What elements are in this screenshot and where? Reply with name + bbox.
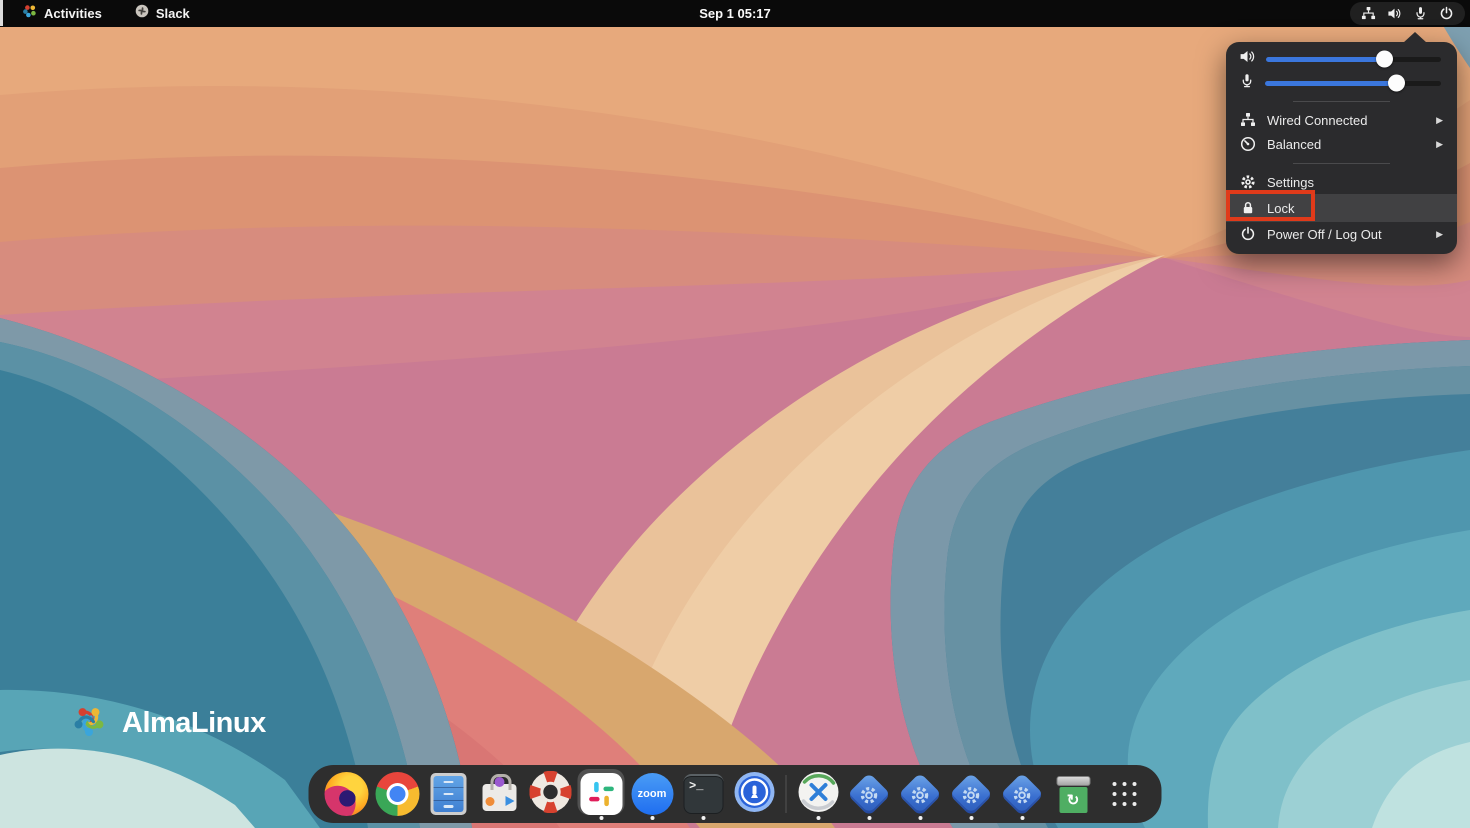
volume-icon — [1387, 6, 1402, 21]
executable-icon — [1000, 772, 1044, 816]
speaker-icon — [1239, 48, 1256, 70]
microphone-icon — [1413, 6, 1428, 21]
firefox-icon — [324, 772, 368, 816]
running-indicator — [650, 816, 654, 820]
microphone-fill — [1265, 81, 1397, 86]
brand-wordmark: AlmaLinux — [122, 707, 266, 740]
chevron-right-icon: ▶ — [1436, 139, 1443, 150]
dock-item-executable-3[interactable] — [946, 766, 997, 822]
activities-button[interactable]: Activities — [17, 0, 108, 27]
citrix-workspace-icon — [797, 771, 839, 818]
running-indicator — [1020, 816, 1024, 820]
dock-item-firefox[interactable] — [321, 766, 372, 822]
running-indicator — [701, 816, 705, 820]
microphone-icon — [1239, 73, 1255, 94]
network-wired-icon — [1361, 6, 1376, 21]
almalinux-logo — [66, 698, 112, 749]
dock-item-chrome[interactable] — [372, 766, 423, 822]
terminal-icon: >_ — [683, 774, 723, 814]
menu-divider — [1293, 101, 1390, 102]
menu-item-wired-connected[interactable]: Wired Connected ▶ — [1226, 108, 1457, 132]
menu-divider — [1293, 163, 1390, 164]
menu-item-settings[interactable]: Settings — [1226, 170, 1457, 194]
clock[interactable]: Sep 1 05:17 — [699, 0, 771, 27]
dock-item-executable-1[interactable] — [844, 766, 895, 822]
volume-fill — [1266, 57, 1385, 62]
volume-slider[interactable] — [1226, 48, 1457, 70]
power-profile-icon — [1239, 136, 1256, 152]
executable-icon — [898, 772, 942, 816]
zoom-icon-label: zoom — [638, 788, 667, 800]
dock-item-terminal[interactable]: >_ — [678, 766, 729, 822]
app-menu-slack[interactable]: Slack — [129, 0, 196, 27]
dock-item-trash[interactable]: ↻ — [1048, 766, 1099, 822]
dock-item-executable-4[interactable] — [997, 766, 1048, 822]
dock-item-executable-2[interactable] — [895, 766, 946, 822]
gear-icon — [1239, 174, 1256, 190]
running-indicator — [918, 816, 922, 820]
dock-item-show-apps[interactable] — [1099, 766, 1150, 822]
software-store-icon — [480, 774, 518, 814]
desktop-screen: AlmaLinux Activities — [0, 0, 1470, 828]
power-icon — [1439, 6, 1454, 21]
slack-icon — [580, 773, 622, 815]
dock-item-software[interactable] — [474, 766, 525, 822]
chrome-icon — [375, 772, 419, 816]
app-grid-icon — [1112, 782, 1136, 806]
trash-icon: ↻ — [1056, 776, 1090, 813]
1password-icon — [733, 771, 775, 818]
microphone-knob[interactable] — [1388, 75, 1405, 92]
volume-knob[interactable] — [1376, 51, 1393, 68]
dock-item-zoom[interactable]: zoom — [627, 766, 678, 822]
dock-item-slack[interactable] — [576, 766, 627, 822]
menu-item-label: Settings — [1267, 175, 1314, 190]
activities-label: Activities — [44, 6, 102, 21]
power-icon — [1239, 226, 1256, 242]
menu-item-lock[interactable]: Lock — [1226, 194, 1457, 222]
chevron-right-icon: ▶ — [1436, 229, 1443, 240]
almalinux-brand: AlmaLinux — [66, 698, 266, 749]
executable-icon — [847, 772, 891, 816]
lock-icon — [1239, 200, 1256, 216]
menu-item-label: Power Off / Log Out — [1267, 227, 1382, 242]
executable-icon — [949, 772, 993, 816]
running-indicator — [969, 816, 973, 820]
menu-item-power-off[interactable]: Power Off / Log Out ▶ — [1226, 222, 1457, 246]
dock-item-files[interactable] — [423, 766, 474, 822]
lifebuoy-icon — [529, 771, 571, 818]
files-icon — [430, 773, 466, 815]
almalinux-mini-icon — [23, 4, 37, 23]
menu-item-label: Balanced — [1267, 137, 1321, 152]
dock-item-1password[interactable] — [729, 766, 780, 822]
volume-track[interactable] — [1266, 57, 1441, 62]
terminal-prompt-glyph: >_ — [689, 779, 703, 793]
menu-item-label: Wired Connected — [1267, 113, 1367, 128]
slack-indicator-icon — [135, 4, 149, 23]
system-tray[interactable] — [1350, 2, 1465, 25]
microphone-track[interactable] — [1265, 81, 1441, 86]
top-bar: Activities Slack Sep 1 05:17 — [0, 0, 1470, 27]
menu-item-power-profile[interactable]: Balanced ▶ — [1226, 132, 1457, 156]
running-indicator — [599, 816, 603, 820]
dock-item-help[interactable] — [525, 766, 576, 822]
recycle-glyph: ↻ — [1067, 791, 1080, 809]
app-menu-label: Slack — [156, 6, 190, 21]
dock: zoom >_ — [309, 765, 1162, 823]
dock-item-citrix-workspace[interactable] — [793, 766, 844, 822]
screen-left-edge-artifact — [0, 0, 3, 26]
chevron-right-icon: ▶ — [1436, 115, 1443, 126]
running-indicator — [867, 816, 871, 820]
menu-item-label: Lock — [1267, 201, 1294, 216]
zoom-icon: zoom — [631, 773, 673, 815]
microphone-slider[interactable] — [1226, 72, 1457, 94]
network-wired-icon — [1239, 112, 1256, 128]
dock-separator — [786, 775, 787, 813]
running-indicator — [816, 816, 820, 820]
system-menu: Wired Connected ▶ Balanced ▶ — [1226, 42, 1457, 254]
